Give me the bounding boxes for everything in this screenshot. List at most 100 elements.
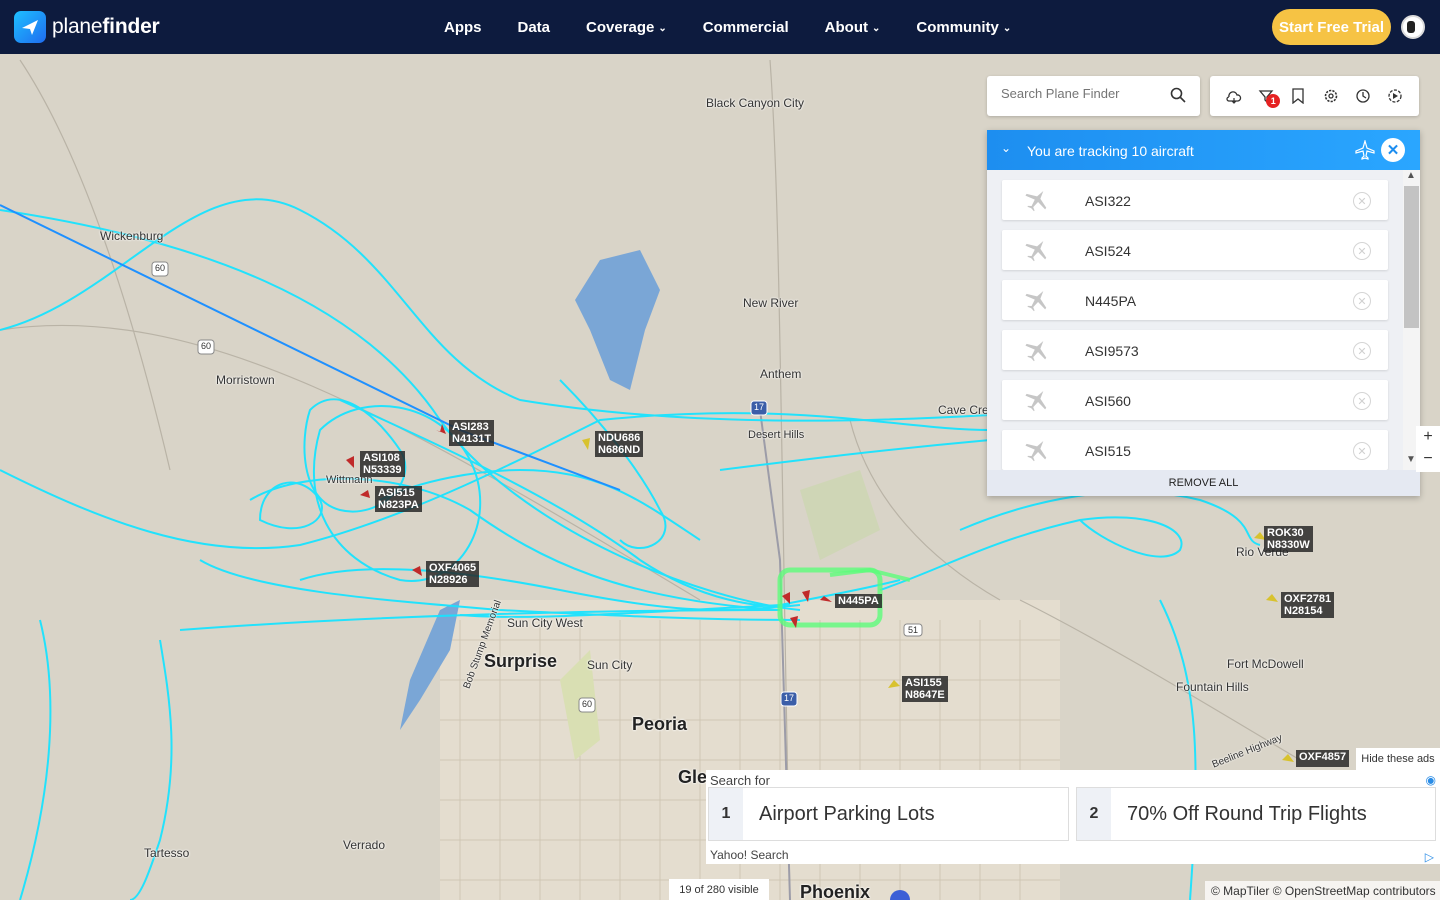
search-input[interactable] (1001, 86, 1161, 101)
nav-apps[interactable]: Apps (444, 19, 482, 36)
tracked-aircraft-row[interactable]: ASI9573 ✕ (1002, 330, 1388, 370)
ad-result-1[interactable]: 1 Airport Parking Lots (708, 787, 1069, 841)
filter-count-badge: 1 (1266, 94, 1281, 108)
scroll-up-icon[interactable]: ▲ (1406, 170, 1416, 181)
aircraft-label[interactable]: NDU686 N686ND (595, 431, 644, 457)
aircraft-icon (1024, 438, 1050, 467)
search-box[interactable] (987, 76, 1200, 116)
ad-banner: Search for ◉ 1 Airport Parking Lots 2 70… (706, 770, 1440, 864)
nav-about[interactable]: About ⌄ (825, 19, 881, 36)
scroll-down-icon[interactable]: ▼ (1406, 454, 1416, 465)
brand-logo[interactable]: planefinder (14, 11, 160, 43)
remove-aircraft-button[interactable]: ✕ (1353, 242, 1371, 260)
aircraft-callsign: ASI560 (1085, 393, 1131, 409)
plane-outline-icon[interactable] (1355, 138, 1375, 165)
zoom-out-button[interactable]: − (1416, 448, 1440, 470)
tracked-aircraft-row[interactable]: ASI560 ✕ (1002, 380, 1388, 420)
filter-icon[interactable]: 1 (1257, 87, 1281, 108)
place-label: Wickenburg (100, 229, 164, 243)
start-free-trial-button[interactable]: Start Free Trial (1272, 9, 1391, 45)
aircraft-label[interactable]: ASI515 N823PA (375, 486, 422, 512)
aircraft-label[interactable]: ASI108 N53339 (360, 451, 405, 477)
highway-shield-label: 51 (908, 625, 919, 635)
tracking-panel-header: ⌄ You are tracking 10 aircraft ✕ (987, 130, 1420, 170)
remove-aircraft-button[interactable]: ✕ (1353, 292, 1371, 310)
weather-icon[interactable] (1225, 87, 1243, 105)
place-label: Surprise (484, 651, 558, 671)
aircraft-label[interactable]: OXF4065 N28926 (426, 561, 480, 587)
adchoices-icon[interactable]: ▷ (1425, 850, 1434, 864)
top-navigation-bar: planefinder Apps Data Coverage ⌄ Commerci… (0, 0, 1440, 54)
place-label: Black Canyon City (706, 96, 805, 110)
tracked-aircraft-row[interactable]: N445PA ✕ (1002, 280, 1388, 320)
chevron-down-icon: ⌄ (658, 22, 667, 34)
place-label: Sun City West (507, 616, 583, 630)
map-toolbar: 1 (1210, 76, 1419, 116)
hide-ads-button[interactable]: Hide these ads (1356, 748, 1440, 770)
lake-pleasant (575, 250, 660, 390)
nav-coverage[interactable]: Coverage ⌄ (586, 19, 667, 36)
aircraft-icon (1024, 288, 1050, 317)
aircraft-callsign: ASI322 (1085, 193, 1131, 209)
tracked-aircraft-row[interactable]: ASI524 ✕ (1002, 230, 1388, 270)
tracking-title: You are tracking 10 aircraft (1027, 143, 1194, 159)
tracked-aircraft-list[interactable]: ASI322 ✕ ASI524 ✕ N445PA ✕ ASI9573 ✕ ASI… (987, 170, 1403, 470)
history-icon[interactable] (1354, 87, 1372, 105)
aircraft-label[interactable]: ASI283 N4131T (449, 420, 495, 446)
nav-data[interactable]: Data (518, 19, 551, 36)
place-label: Sun City (587, 658, 633, 672)
place-label: Morristown (216, 373, 275, 387)
aircraft-label[interactable]: OXF4857 (1296, 750, 1350, 767)
ad-visibility-icon[interactable]: ◉ (1426, 773, 1436, 787)
highway-shield-label: 60 (201, 341, 212, 351)
aircraft-icon (1024, 338, 1050, 367)
tracked-aircraft-row[interactable]: ASI515 ✕ (1002, 430, 1388, 470)
ad-result-2[interactable]: 2 70% Off Round Trip Flights (1076, 787, 1436, 841)
scrollbar-thumb[interactable] (1404, 186, 1419, 328)
remove-aircraft-button[interactable]: ✕ (1353, 192, 1371, 210)
place-label: Gle (678, 767, 708, 787)
user-avatar[interactable] (1401, 15, 1425, 39)
close-tracking-button[interactable]: ✕ (1381, 138, 1405, 162)
place-label: Verrado (343, 838, 386, 852)
ad-result-text: Airport Parking Lots (759, 802, 935, 825)
visible-aircraft-count: 19 of 280 visible (669, 879, 769, 900)
tracking-panel: ⌄ You are tracking 10 aircraft ✕ ASI322 … (987, 130, 1420, 496)
bookmark-icon[interactable] (1289, 87, 1307, 105)
aircraft-icon (1024, 388, 1050, 417)
ad-result-number: 1 (709, 788, 743, 840)
remove-aircraft-button[interactable]: ✕ (1353, 342, 1371, 360)
plane-logo-icon (14, 11, 46, 43)
place-label: Phoenix (800, 882, 871, 900)
place-label: New River (743, 296, 799, 310)
main-nav: Apps Data Coverage ⌄ Commercial About ⌄ Co… (444, 0, 1047, 54)
playback-icon[interactable] (1386, 87, 1404, 105)
place-label: Desert Hills (748, 429, 805, 441)
aircraft-label[interactable]: N445PA (835, 594, 882, 608)
aircraft-callsign: ASI524 (1085, 243, 1131, 259)
aircraft-callsign: ASI515 (1085, 443, 1131, 459)
highway-shield-label: 17 (784, 693, 795, 703)
map-attribution[interactable]: © MapTiler © OpenStreetMap contributors (1205, 881, 1440, 900)
chevron-down-icon: ⌄ (1002, 22, 1012, 34)
zoom-in-button[interactable]: + (1416, 426, 1440, 448)
remove-aircraft-button[interactable]: ✕ (1353, 392, 1371, 410)
ad-result-number: 2 (1077, 788, 1111, 840)
zoom-control: + − (1416, 426, 1440, 472)
aircraft-label[interactable]: ROK30 N8330W (1264, 526, 1313, 552)
settings-icon[interactable] (1322, 87, 1340, 105)
remove-aircraft-button[interactable]: ✕ (1353, 442, 1371, 460)
highway-shield-label: 17 (754, 402, 765, 412)
chevron-down-icon: ⌄ (871, 22, 881, 34)
place-label: Tartesso (144, 846, 190, 860)
brand-name: planefinder (52, 15, 160, 38)
tracked-list-scrollbar[interactable]: ▲ ▼ (1403, 170, 1420, 470)
aircraft-label[interactable]: OXF2781 N28154 (1281, 592, 1335, 618)
collapse-chevron-icon[interactable]: ⌄ (1001, 141, 1011, 155)
nav-community[interactable]: Community ⌄ (916, 19, 1011, 36)
remove-all-button[interactable]: REMOVE ALL (987, 470, 1420, 496)
tracked-aircraft-row[interactable]: ASI322 ✕ (1002, 180, 1388, 220)
search-icon[interactable] (1170, 87, 1186, 108)
aircraft-label[interactable]: ASI155 N8647E (902, 676, 948, 702)
nav-commercial[interactable]: Commercial (703, 19, 789, 36)
